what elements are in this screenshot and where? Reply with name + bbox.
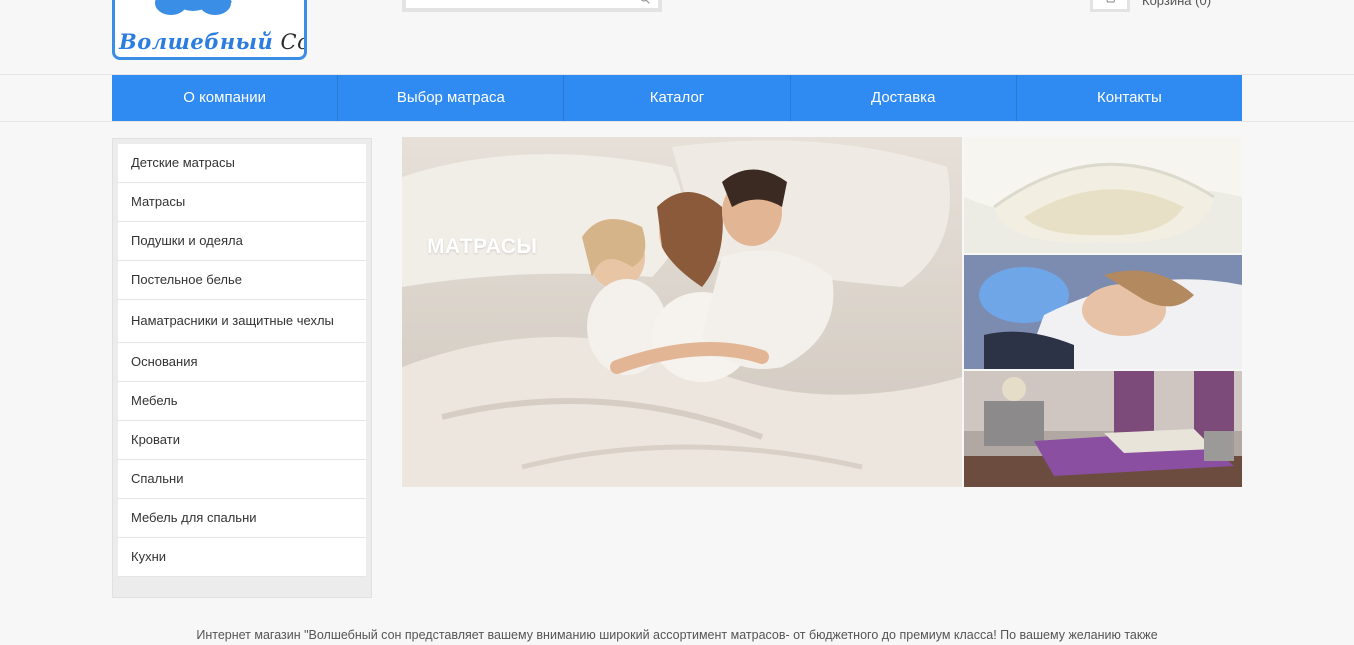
sidebar-item-pillows-blankets[interactable]: Подушки и одеяла <box>118 222 366 261</box>
category-sidebar: Детские матрасы Матрасы Подушки и одеяла… <box>112 138 372 598</box>
search-icon[interactable] <box>640 0 650 4</box>
sidebar-item-mattress-covers[interactable]: Наматрасники и защитные чехлы <box>118 300 366 343</box>
hero-title: МАТРАСЫ <box>427 235 538 258</box>
thumb-bedroom[interactable] <box>964 371 1242 487</box>
logo-word-1: Волшебный <box>119 29 274 54</box>
cloud-icon <box>155 0 232 15</box>
sidebar-item-beds[interactable]: Кровати <box>118 421 366 460</box>
logo-text: Волшебный Сон <box>119 29 304 54</box>
nav-item-mattress-choice[interactable]: Выбор матраса <box>338 75 565 121</box>
search-box <box>402 0 662 12</box>
nav-item-contacts[interactable]: Контакты <box>1017 75 1242 121</box>
sidebar-item-furniture[interactable]: Мебель <box>118 382 366 421</box>
sidebar-item-bedroom-furniture[interactable]: Мебель для спальни <box>118 499 366 538</box>
nav-item-catalog[interactable]: Каталог <box>564 75 791 121</box>
thumb-pillow[interactable] <box>964 255 1242 369</box>
site-logo[interactable]: Волшебный Сон <box>112 0 307 60</box>
thumb-mattress-cover-image <box>964 137 1242 253</box>
site-header: Волшебный Сон Корзина (0) <box>0 0 1354 75</box>
nav-item-delivery[interactable]: Доставка <box>791 75 1017 121</box>
sidebar-item-bed-linen[interactable]: Постельное белье <box>118 261 366 300</box>
nav-item-about[interactable]: О компании <box>112 75 339 121</box>
sidebar-item-kids-mattresses[interactable]: Детские матрасы <box>118 144 366 183</box>
hero-banner[interactable]: МАТРАСЫ <box>402 137 962 487</box>
hero-image <box>402 137 962 487</box>
cart-icon <box>1106 0 1116 3</box>
search-input[interactable] <box>412 0 632 10</box>
cart-label[interactable]: Корзина (0) <box>1142 0 1211 8</box>
nav-divider <box>0 121 1354 122</box>
thumb-bedroom-image <box>964 371 1242 487</box>
main-nav: О компании Выбор матраса Каталог Доставк… <box>112 75 1242 121</box>
cart-button[interactable] <box>1090 0 1130 12</box>
sidebar-item-bedrooms[interactable]: Спальни <box>118 460 366 499</box>
thumb-pillow-image <box>964 255 1242 369</box>
logo-word-2: Сон <box>280 30 304 54</box>
sidebar-item-kitchens[interactable]: Кухни <box>118 538 366 577</box>
sidebar-item-bases[interactable]: Основания <box>118 343 366 382</box>
cart[interactable]: Корзина (0) <box>1090 0 1230 14</box>
thumb-mattress-cover[interactable] <box>964 137 1242 253</box>
intro-text: Интернет магазин "Волшебный сон представ… <box>196 628 1158 642</box>
sidebar-item-mattresses[interactable]: Матрасы <box>118 183 366 222</box>
